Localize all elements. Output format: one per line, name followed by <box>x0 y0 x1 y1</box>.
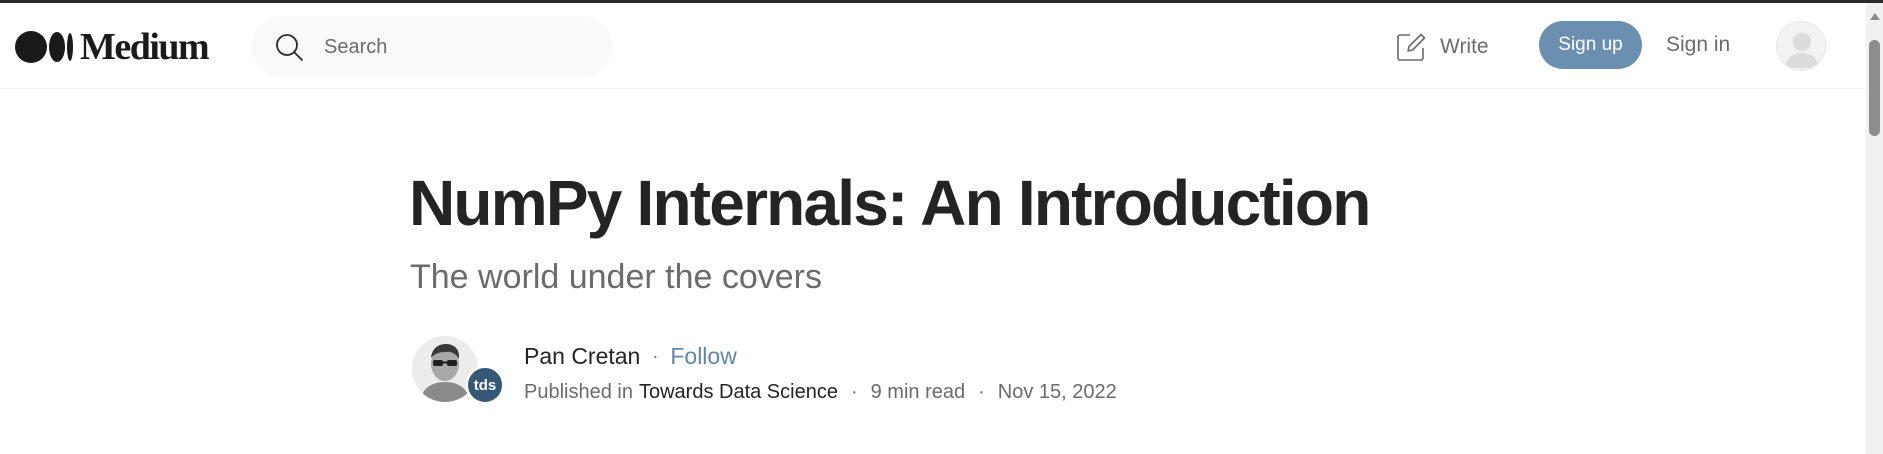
logo-text: Medium <box>80 26 210 68</box>
meta-separator: · <box>978 380 985 403</box>
search-bar[interactable] <box>252 16 612 77</box>
publication-name[interactable]: Towards Data Science <box>639 381 838 404</box>
published-in-label: Published in <box>524 380 633 403</box>
read-time: 9 min read <box>870 380 966 403</box>
author-separator: · <box>652 345 659 366</box>
user-avatar[interactable] <box>1776 21 1826 71</box>
top-nav-bar: Medium Write Sign up Sign in <box>0 3 1866 89</box>
publication-badge[interactable]: tds <box>466 366 504 404</box>
search-input[interactable] <box>324 30 594 64</box>
write-label: Write <box>1440 35 1489 58</box>
meta-separator: · <box>850 380 858 403</box>
scrollbar-thumb[interactable] <box>1869 40 1880 136</box>
user-avatar-icon <box>1785 33 1819 68</box>
search-icon <box>276 34 303 61</box>
sign-in-link[interactable]: Sign in <box>1666 33 1730 57</box>
write-button[interactable]: Write <box>1395 29 1489 65</box>
article-title: NumPy Internals: An Introduction <box>409 167 1371 239</box>
write-icon <box>1397 33 1426 61</box>
medium-logo[interactable]: Medium <box>15 26 210 68</box>
article-subtitle: The world under the covers <box>410 258 822 296</box>
medium-logo-icon <box>15 31 73 63</box>
author-line: Pan Cretan · Follow <box>524 342 737 370</box>
page-scrollbar[interactable] <box>1866 3 1883 454</box>
article-meta: Published in Towards Data Science · 9 mi… <box>524 378 1117 406</box>
follow-button[interactable]: Follow <box>670 343 736 370</box>
scroll-up-arrow-icon[interactable] <box>1870 13 1880 20</box>
author-name[interactable]: Pan Cretan <box>524 343 640 370</box>
sign-up-button[interactable]: Sign up <box>1539 21 1642 69</box>
publish-date: Nov 15, 2022 <box>997 380 1117 403</box>
